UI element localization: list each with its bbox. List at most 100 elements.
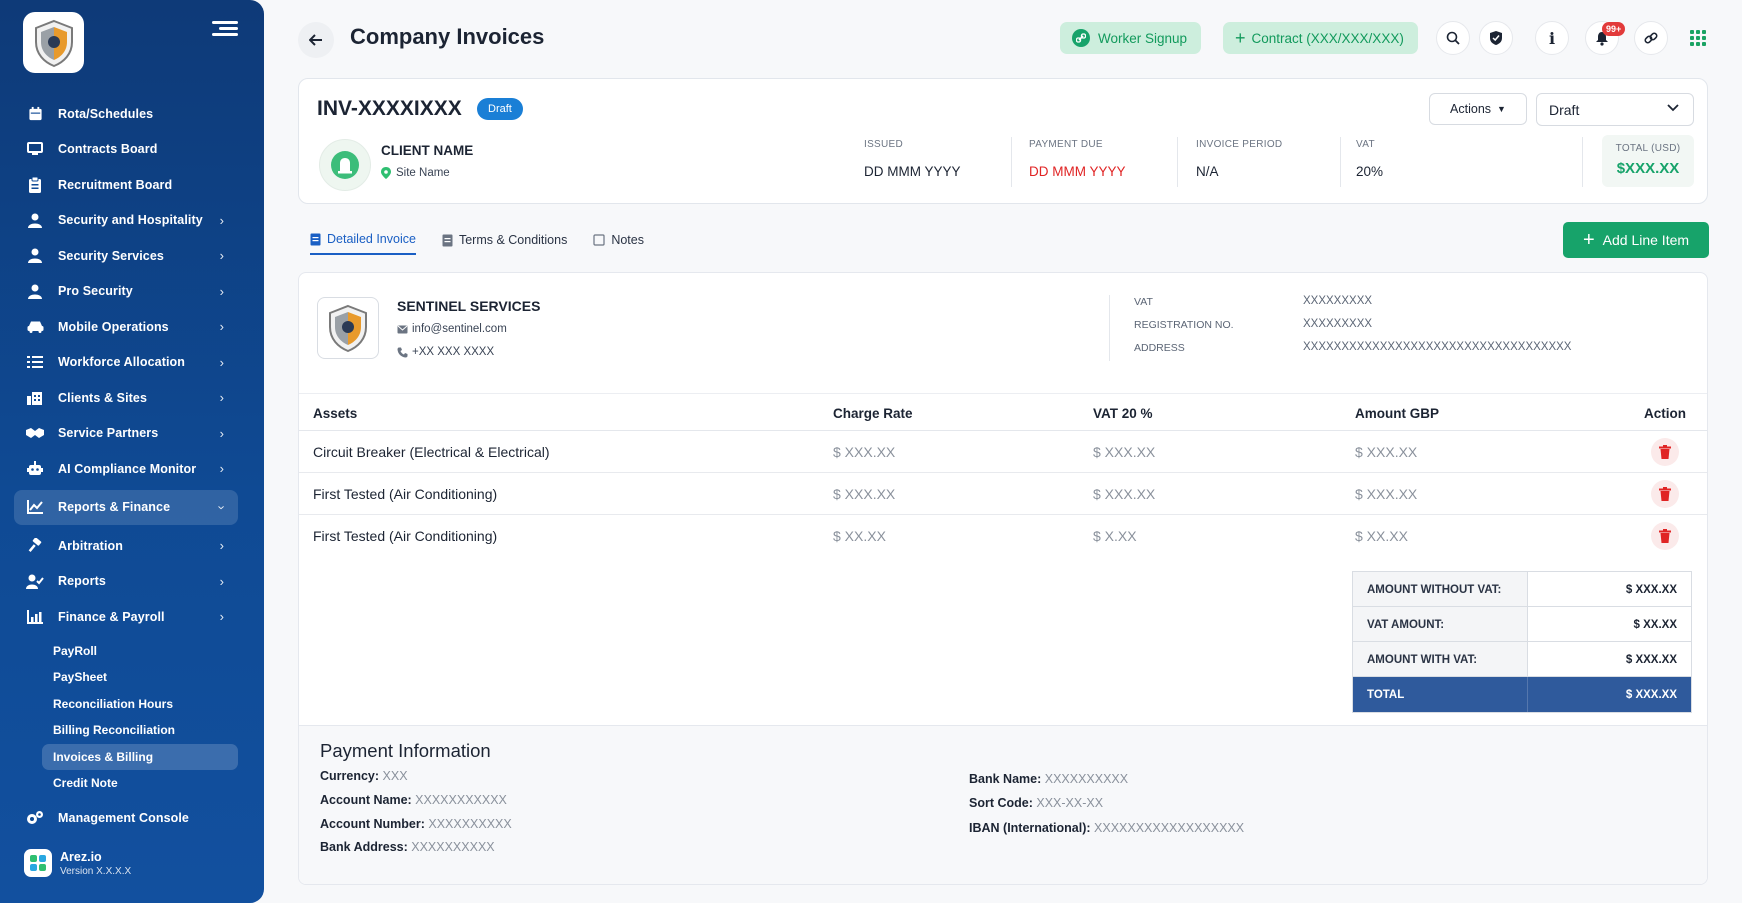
divider (1011, 137, 1012, 187)
divider (1177, 137, 1178, 187)
payment-key: Account Name: (320, 793, 412, 807)
info-button[interactable]: i (1535, 21, 1569, 55)
gears-icon (26, 809, 44, 827)
delete-row-button[interactable] (1651, 480, 1679, 508)
chevron-right-icon: › (219, 538, 224, 554)
sidebar-item-clients-sites[interactable]: Clients & Sites › (14, 380, 238, 416)
payment-account-name: Account Name: XXXXXXXXXXX (320, 793, 507, 807)
actions-dropdown[interactable]: Actions ▼ (1429, 93, 1527, 125)
chevron-right-icon: › (219, 319, 224, 335)
sidebar-item-ai-compliance[interactable]: AI Compliance Monitor › (14, 451, 238, 487)
calendar-icon (26, 105, 44, 123)
sidebar-item-contracts[interactable]: Contracts Board (14, 132, 238, 168)
sidebar-nav: Rota/Schedules Contracts Board Recruitme… (14, 96, 238, 836)
status-select[interactable]: Draft (1536, 93, 1694, 126)
company-info: SENTINEL SERVICES info@sentinel.com +XX … (299, 273, 1707, 385)
tab-terms-conditions[interactable]: Terms & Conditions (442, 232, 567, 255)
chain-link-icon (1644, 32, 1658, 44)
sidebar-item-security-services[interactable]: Security Services › (14, 238, 238, 274)
company-logo[interactable] (23, 12, 84, 73)
subitem-credit-note[interactable]: Credit Note (42, 770, 238, 797)
email-text: info@sentinel.com (412, 323, 507, 335)
chevron-right-icon: › (219, 354, 224, 370)
col-charge-rate: Charge Rate (833, 406, 913, 421)
tab-label: Terms & Conditions (458, 233, 568, 247)
sidebar-item-workforce[interactable]: Workforce Allocation › (14, 345, 238, 381)
contract-button[interactable]: + Contract (XXX/XXX/XXX) (1223, 22, 1418, 54)
registration-value: XXXXXXXXX (1303, 318, 1373, 330)
car-icon (26, 318, 44, 336)
sidebar-item-rota[interactable]: Rota/Schedules (14, 96, 238, 132)
building-icon (26, 389, 44, 407)
sidebar-item-reports[interactable]: Reports › (14, 564, 238, 600)
subitem-payroll[interactable]: PayRoll (42, 638, 238, 665)
arez-logo-icon (24, 849, 52, 877)
worker-signup-button[interactable]: Worker Signup (1060, 22, 1202, 54)
robot-icon (26, 460, 44, 478)
brand-footer: Arez.io Version X.X.X.X (24, 849, 131, 877)
sidebar-item-security-hospitality[interactable]: Security and Hospitality › (14, 203, 238, 239)
back-button[interactable] (298, 22, 334, 58)
invoice-summary-card: INV-XXXXIXXX Draft CLIENT NAME Site Name… (298, 78, 1708, 204)
asset-cell: Circuit Breaker (Electrical & Electrical… (313, 444, 550, 460)
sidebar-item-mobile-operations[interactable]: Mobile Operations › (14, 309, 238, 345)
charge-rate-cell: $ XXX.XX (833, 444, 896, 460)
sidebar-item-reports-finance[interactable]: Reports & Finance › (14, 489, 238, 525)
tab-detailed-invoice[interactable]: Detailed Invoice (310, 232, 416, 255)
delete-row-button[interactable] (1651, 438, 1679, 466)
subitem-invoices-billing[interactable]: Invoices & Billing (42, 743, 238, 770)
sidebar-item-recruitment[interactable]: Recruitment Board (14, 167, 238, 203)
payment-bank-name: Bank Name: XXXXXXXXXX (969, 772, 1128, 786)
search-button[interactable] (1436, 21, 1470, 55)
subitem-reconciliation-hours[interactable]: Reconciliation Hours (42, 691, 238, 718)
chevron-down-icon (1667, 104, 1679, 112)
link-button[interactable] (1634, 21, 1668, 55)
company-email: info@sentinel.com (397, 323, 507, 335)
sidebar-item-finance-payroll[interactable]: Finance & Payroll › (14, 599, 238, 635)
divider (1109, 295, 1110, 361)
subitem-billing-reconciliation[interactable]: Billing Reconciliation (42, 717, 238, 744)
shield-check-icon (1490, 31, 1502, 45)
totals-key: VAT AMOUNT: (1353, 607, 1528, 641)
sidebar-item-arbitration[interactable]: Arbitration › (14, 528, 238, 564)
totals-row: VAT AMOUNT: $ XX.XX (1353, 607, 1691, 642)
meta-issued: ISSUED DD MMM YYYY (864, 139, 961, 189)
shield-button[interactable] (1479, 21, 1513, 55)
vat-label: VAT (1356, 139, 1375, 150)
payment-iban: IBAN (International): XXXXXXXXXXXXXXXXXX (969, 821, 1244, 835)
add-line-item-button[interactable]: + Add Line Item (1563, 222, 1709, 258)
period-label: INVOICE PERIOD (1196, 139, 1283, 150)
tab-notes[interactable]: Notes (593, 232, 644, 255)
table-row: Circuit Breaker (Electrical & Electrical… (299, 431, 1707, 473)
payment-value: XXX-XX-XX (1036, 796, 1104, 810)
totals-value: $ XXX.XX (1625, 689, 1677, 701)
tab-label: Detailed Invoice (327, 232, 416, 246)
sidebar-item-management-console[interactable]: Management Console (14, 801, 238, 837)
chevron-right-icon: › (219, 609, 224, 625)
sidebar-item-service-partners[interactable]: Service Partners › (14, 416, 238, 452)
sidebar-item-pro-security[interactable]: Pro Security › (14, 274, 238, 310)
payment-title: Payment Information (320, 740, 491, 761)
vat-cell: $ XXX.XX (1093, 444, 1156, 460)
menu-toggle-icon[interactable] (212, 18, 238, 40)
charge-rate-cell: $ XXX.XX (833, 486, 896, 502)
vat-value: XXXXXXXXX (1303, 295, 1373, 307)
amount-cell: $ XXX.XX (1355, 444, 1418, 460)
delete-row-button[interactable] (1651, 522, 1679, 550)
company-name: SENTINEL SERVICES (397, 298, 541, 314)
brand-version: Version X.X.X.X (60, 865, 132, 877)
sidebar-item-label: Pro Security (58, 284, 133, 299)
company-phone: +XX XXX XXXX (397, 346, 494, 358)
apps-grid-icon[interactable] (1690, 30, 1706, 46)
payment-key: IBAN (International): (969, 821, 1091, 835)
subitem-paysheet[interactable]: PaySheet (42, 664, 238, 691)
user-icon (26, 247, 44, 265)
sidebar-item-label: Contracts Board (58, 142, 158, 157)
vat-cell: $ XXX.XX (1093, 486, 1156, 502)
client-name: CLIENT NAME (381, 143, 474, 158)
search-icon (1446, 31, 1460, 45)
page-title: Company Invoices (350, 24, 545, 49)
note-icon (593, 234, 605, 246)
user-icon (26, 211, 44, 229)
site-name: Site Name (396, 167, 450, 179)
